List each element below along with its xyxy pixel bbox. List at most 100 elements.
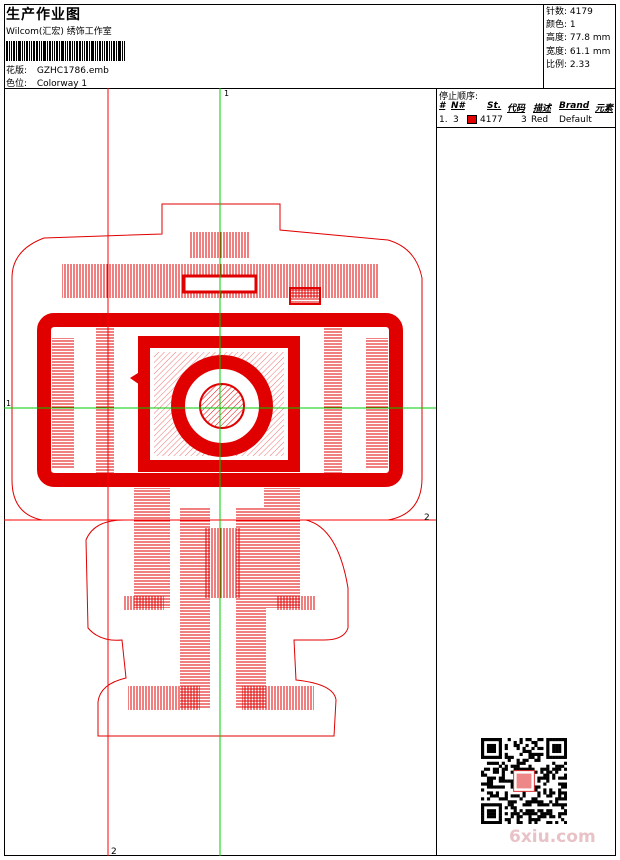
barcode-bar xyxy=(102,41,103,61)
barcode-bar xyxy=(22,41,23,61)
barcode-bar xyxy=(91,41,94,61)
barcode-bar xyxy=(18,41,21,61)
header: 生产作业图 Wilcom(汇宏) 绣饰工作室 花版: GZHC1786.emb … xyxy=(4,4,616,89)
barcode-bar xyxy=(104,41,105,61)
camera-right-grip xyxy=(366,338,388,468)
barcode-bar xyxy=(122,41,123,61)
left-arm xyxy=(134,488,170,608)
barcode xyxy=(6,41,126,61)
camera-flash xyxy=(289,287,321,305)
stop-sequence-panel: 停止顺序: # N# St. 代码 描述 Brand 元素 1. 3 4177 … xyxy=(437,88,616,856)
row-stitches: 4177 xyxy=(480,115,503,125)
embroidery-design: 1 1 2 2 xyxy=(4,88,436,857)
row-index: 1. xyxy=(439,115,448,125)
col-brand: Brand xyxy=(559,101,590,111)
guide-marker-top: 1 xyxy=(224,89,229,98)
right-arm xyxy=(264,488,300,608)
barcode-bar xyxy=(69,41,71,61)
barcode-bar xyxy=(61,41,64,61)
design-canvas: 1 1 2 2 xyxy=(4,88,437,857)
lens-center xyxy=(199,383,245,429)
torso xyxy=(204,528,240,598)
barcode-bar xyxy=(47,41,48,61)
guide-marker-bottom: 2 xyxy=(111,847,117,856)
barcode-bar xyxy=(16,41,17,61)
barcode-bar xyxy=(56,41,58,61)
barcode-bar xyxy=(11,41,12,61)
stat-height: 高度: 77.8 mm xyxy=(546,33,611,44)
barcode-bar xyxy=(79,41,81,61)
barcode-bar xyxy=(95,41,96,61)
barcode-bar xyxy=(9,41,10,61)
thread-color-swatch xyxy=(467,115,477,124)
barcode-bar xyxy=(109,41,110,61)
col-index: # xyxy=(439,101,446,111)
barcode-bar xyxy=(31,41,32,61)
barcode-bar xyxy=(65,41,66,61)
header-info: 生产作业图 Wilcom(汇宏) 绣饰工作室 花版: GZHC1786.emb … xyxy=(4,4,544,89)
barcode-bar xyxy=(26,41,28,61)
guide-marker-left: 1 xyxy=(6,399,11,408)
row-description: Red xyxy=(531,115,549,125)
left-hand xyxy=(124,596,164,610)
barcode-bar xyxy=(118,41,121,61)
guide-marker-right: 2 xyxy=(424,513,430,523)
stop-sequence-header: # N# St. 代码 描述 Brand 元素 xyxy=(437,101,616,114)
barcode-bar xyxy=(124,41,125,61)
col-description: 描述 xyxy=(533,104,552,114)
left-foot xyxy=(128,686,200,710)
stat-stitches: 针数: 4179 xyxy=(546,7,593,17)
barcode-bar xyxy=(54,41,55,61)
barcode-bar xyxy=(39,41,40,61)
studio-name: Wilcom(汇宏) 绣饰工作室 xyxy=(6,27,112,37)
barcode-bar xyxy=(113,41,115,61)
barcode-bar xyxy=(52,41,53,61)
right-leg xyxy=(236,508,266,708)
barcode-bar xyxy=(43,41,46,61)
camera-left-grip xyxy=(52,338,74,468)
barcode-bar xyxy=(33,41,35,61)
stat-colors: 颜色: 1 xyxy=(546,20,576,31)
row-code: 3 xyxy=(521,115,527,125)
row-needle: 3 xyxy=(453,115,459,125)
design-file-row: 花版: GZHC1786.emb xyxy=(6,63,109,76)
qr-code xyxy=(481,738,567,824)
barcode-bar xyxy=(76,41,78,61)
barcode-bar xyxy=(67,41,68,61)
col-stitches: St. xyxy=(487,101,502,111)
barcode-bar xyxy=(99,41,101,61)
barcode-bar xyxy=(106,41,108,61)
barcode-bar xyxy=(86,41,88,61)
design-file-value: GZHC1786.emb xyxy=(36,66,109,76)
camera-right-strip xyxy=(324,328,342,476)
right-hand xyxy=(276,596,316,610)
watermark-logo: 6xiu.com xyxy=(509,827,596,847)
barcode-bar xyxy=(74,41,75,61)
col-element: 元素 xyxy=(595,104,614,114)
barcode-bar xyxy=(41,41,42,61)
barcode-bar xyxy=(72,41,73,61)
barcode-bar xyxy=(24,41,25,61)
stop-sequence-table: 停止顺序: # N# St. 代码 描述 Brand 元素 1. 3 4177 … xyxy=(437,88,616,128)
barcode-bar xyxy=(36,41,38,61)
barcode-bar xyxy=(116,41,117,61)
barcode-bar xyxy=(6,41,8,61)
barcode-bar xyxy=(84,41,85,61)
barcode-bar xyxy=(82,41,83,61)
barcode-bar xyxy=(49,41,51,61)
stat-width: 宽度: 61.1 mm xyxy=(546,46,611,57)
right-foot xyxy=(242,686,314,710)
barcode-bar xyxy=(59,41,60,61)
row-brand: Default xyxy=(559,115,592,125)
page-title: 生产作业图 xyxy=(6,7,81,23)
col-code: 代码 xyxy=(507,104,526,114)
barcode-bar xyxy=(13,41,15,61)
barcode-bar xyxy=(29,41,30,61)
barcode-bar xyxy=(111,41,112,61)
table-row: 1. 3 4177 3 Red Default xyxy=(437,115,616,127)
col-needle: N# xyxy=(451,101,465,111)
main-area: 1 1 2 2 停止顺序: # N# St. 代码 描述 Brand 元素 1.… xyxy=(4,88,616,857)
design-stats: 针数: 4179 颜色: 1 高度: 77.8 mm 宽度: 61.1 mm 比… xyxy=(546,6,610,72)
barcode-bar xyxy=(97,41,98,61)
camera-left-strip xyxy=(96,328,114,476)
